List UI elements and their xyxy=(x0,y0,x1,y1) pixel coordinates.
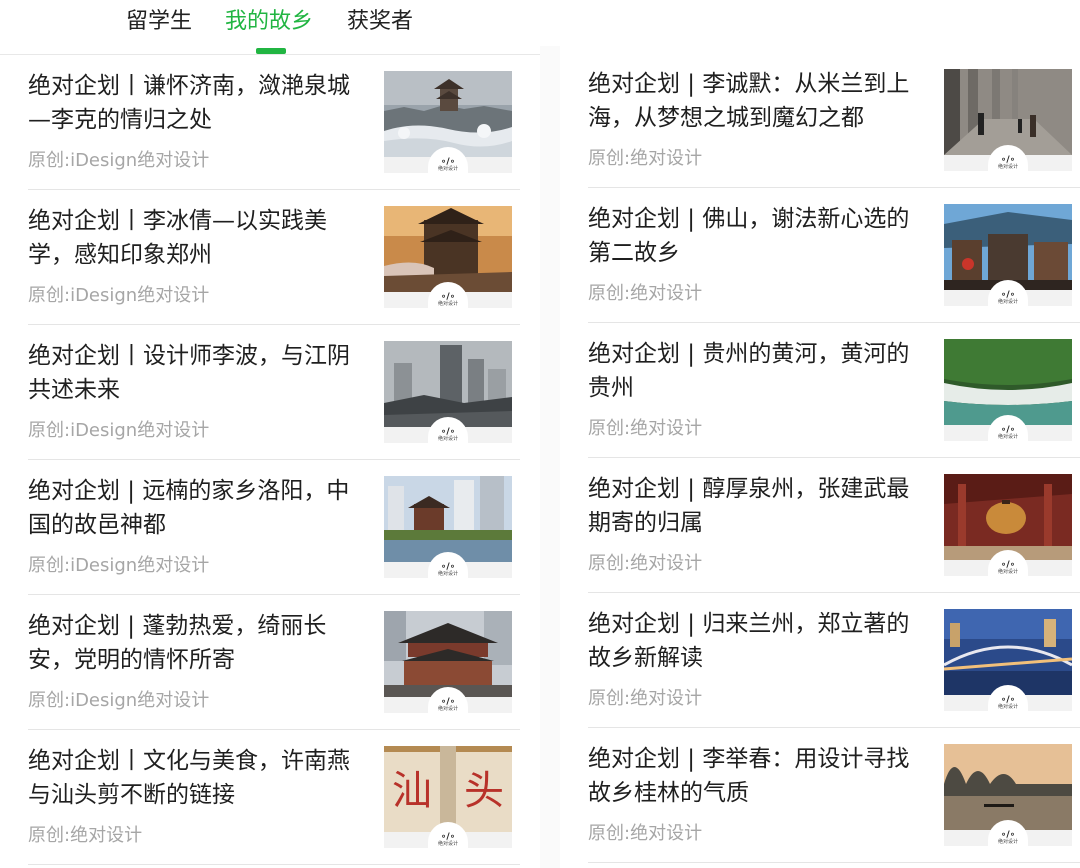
article-item[interactable]: 绝对企划 | 贵州的黄河，黄河的贵州 原创:绝对设计 ∘/∘ 绝对设计 xyxy=(588,323,1080,458)
guilin-karst-river-image: ∘/∘ 绝对设计 xyxy=(944,744,1072,846)
article-source: 原创:绝对设计 xyxy=(588,823,703,844)
article-title: 绝对企划丨李冰倩—以实践美学，感知印象郑州 xyxy=(28,208,327,268)
brand-logo-text: 绝对设计 xyxy=(997,569,1018,575)
brand-logo-text: 绝对设计 xyxy=(437,706,458,712)
article-item[interactable]: 绝对企划丨设计师李波，与江阴共述未来 原创:iDesign绝对设计 ∘/∘ 绝对… xyxy=(28,325,520,460)
article-item[interactable]: 绝对企划丨李冰倩—以实践美学，感知印象郑州 原创:iDesign绝对设计 ∘/∘… xyxy=(28,190,520,325)
article-source: 原创:绝对设计 xyxy=(588,148,703,169)
luoyang-tower-river-image: ∘/∘ 绝对设计 xyxy=(384,476,512,578)
article-item[interactable]: 绝对企划 | 李诚默：从米兰到上海，从梦想之城到魔幻之都 原创:绝对设计 ∘/∘… xyxy=(588,53,1080,188)
article-source: 原创:绝对设计 xyxy=(588,283,703,304)
article-title: 绝对企划 | 蓬勃热爱，绮丽长安，党明的情怀所寄 xyxy=(28,613,327,673)
article-title: 绝对企划 | 醇厚泉州，张建武最期寄的归属 xyxy=(588,476,910,536)
article-source: 原创:绝对设计 xyxy=(28,825,143,846)
article-source: 原创:绝对设计 xyxy=(588,688,703,709)
tab-students[interactable]: 留学生 xyxy=(126,6,192,38)
brand-logo-text: 绝对设计 xyxy=(437,301,458,307)
article-title: 绝对企划丨谦怀济南，潋滟泉城—李克的情归之处 xyxy=(28,73,350,133)
article-source: 原创:绝对设计 xyxy=(588,553,703,574)
tab-my-hometown[interactable]: 我的故乡 xyxy=(225,6,313,38)
city-tower-sunset-image: ∘/∘ 绝对设计 xyxy=(384,206,512,308)
article-list-left: 绝对企划丨谦怀济南，潋滟泉城—李克的情归之处 原创:iDesign绝对设计 ∘/… xyxy=(28,55,520,865)
article-title: 绝对企划丨设计师李波，与江阴共述未来 xyxy=(28,343,350,403)
foshan-ornate-roof-image: ∘/∘ 绝对设计 xyxy=(944,204,1072,306)
brand-logo-text: 绝对设计 xyxy=(437,571,458,577)
article-source: 原创:iDesign绝对设计 xyxy=(28,690,210,711)
lanzhou-bridge-night-image: ∘/∘ 绝对设计 xyxy=(944,609,1072,711)
article-source: 原创:iDesign绝对设计 xyxy=(28,285,210,306)
column-separator xyxy=(540,46,560,868)
article-title: 绝对企划 | 李举春：用设计寻找故乡桂林的气质 xyxy=(588,746,910,806)
article-item[interactable]: 绝对企划丨文化与美食，许南燕与汕头剪不断的链接 原创:绝对设计 汕 头 ∘/∘ … xyxy=(28,730,520,865)
article-source: 原创:iDesign绝对设计 xyxy=(28,555,210,576)
brand-logo-text: 绝对设计 xyxy=(997,434,1018,440)
article-title: 绝对企划 | 贵州的黄河，黄河的贵州 xyxy=(588,341,910,401)
tab-bar: 留学生 我的故乡 获奖者 xyxy=(0,0,540,55)
article-item[interactable]: 绝对企划 | 归来兰州，郑立著的故乡新解读 原创:绝对设计 ∘/∘ 绝对设计 xyxy=(588,593,1080,728)
brand-logo-text: 绝对设计 xyxy=(437,841,458,847)
xian-drum-tower-image: ∘/∘ 绝对设计 xyxy=(384,611,512,713)
article-list-right: 绝对企划 | 李诚默：从米兰到上海，从梦想之城到魔幻之都 原创:绝对设计 ∘/∘… xyxy=(588,53,1080,863)
arcade-photographers-image: ∘/∘ 绝对设计 xyxy=(944,69,1072,171)
article-title: 绝对企划 | 佛山，谢法新心选的第二故乡 xyxy=(588,206,910,266)
brand-logo-text: 绝对设计 xyxy=(437,166,458,172)
article-item[interactable]: 绝对企划 | 佛山，谢法新心选的第二故乡 原创:绝对设计 ∘/∘ 绝对设计 xyxy=(588,188,1080,323)
article-item[interactable]: 绝对企划 | 蓬勃热爱，绮丽长安，党明的情怀所寄 原创:iDesign绝对设计 … xyxy=(28,595,520,730)
article-title: 绝对企划 | 归来兰州，郑立著的故乡新解读 xyxy=(588,611,910,671)
snowy-city-pavilion-image: ∘/∘ 绝对设计 xyxy=(384,71,512,173)
brand-logo-text: 绝对设计 xyxy=(997,164,1018,170)
brand-logo-text: 绝对设计 xyxy=(437,436,458,442)
quanzhou-temple-lantern-image: ∘/∘ 绝对设计 xyxy=(944,474,1072,576)
article-source: 原创:iDesign绝对设计 xyxy=(28,150,210,171)
svg-text:头: 头 xyxy=(464,768,504,814)
shantou-red-characters-image: 汕 头 ∘/∘ 绝对设计 xyxy=(384,746,512,848)
article-source: 原创:绝对设计 xyxy=(588,418,703,439)
article-source: 原创:iDesign绝对设计 xyxy=(28,420,210,441)
article-item[interactable]: 绝对企划 | 醇厚泉州，张建武最期寄的归属 原创:绝对设计 ∘/∘ 绝对设计 xyxy=(588,458,1080,593)
article-title: 绝对企划 | 远楠的家乡洛阳，中国的故邑神都 xyxy=(28,478,350,538)
brand-logo-text: 绝对设计 xyxy=(997,839,1018,845)
brand-logo-text: 绝对设计 xyxy=(997,299,1018,305)
article-item[interactable]: 绝对企划丨谦怀济南，潋滟泉城—李克的情归之处 原创:iDesign绝对设计 ∘/… xyxy=(28,55,520,190)
tab-award-winners[interactable]: 获奖者 xyxy=(347,6,413,38)
guizhou-waterfall-image: ∘/∘ 绝对设计 xyxy=(944,339,1072,441)
article-item[interactable]: 绝对企划 | 远楠的家乡洛阳，中国的故邑神都 原创:iDesign绝对设计 ∘/… xyxy=(28,460,520,595)
article-item[interactable]: 绝对企划 | 李举春：用设计寻找故乡桂林的气质 原创:绝对设计 ∘/∘ 绝对设计 xyxy=(588,728,1080,863)
article-title: 绝对企划 | 李诚默：从米兰到上海，从梦想之城到魔幻之都 xyxy=(588,71,910,131)
city-skyline-rooftops-image: ∘/∘ 绝对设计 xyxy=(384,341,512,443)
article-title: 绝对企划丨文化与美食，许南燕与汕头剪不断的链接 xyxy=(28,748,350,808)
svg-text:汕: 汕 xyxy=(392,768,432,814)
brand-logo-text: 绝对设计 xyxy=(997,704,1018,710)
